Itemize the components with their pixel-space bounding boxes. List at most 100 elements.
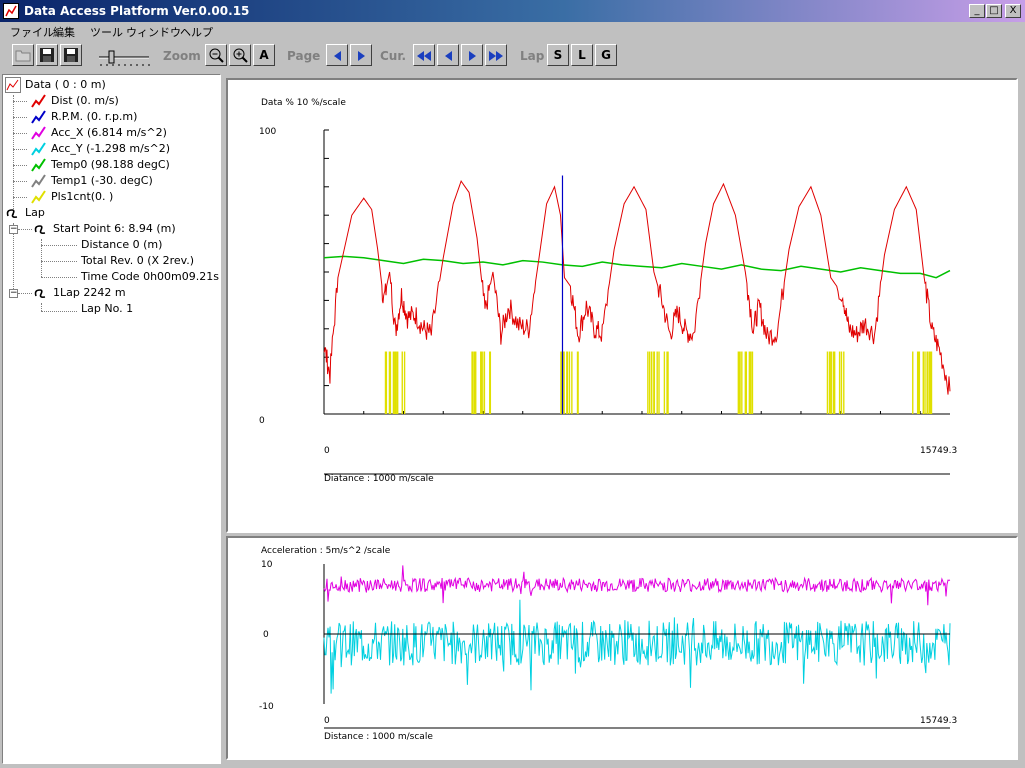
window-title: Data Access Platform Ver.0.00.15 (24, 4, 250, 18)
lap-icon (34, 289, 46, 298)
maximize-button[interactable]: □ (986, 4, 1002, 18)
tree-line (41, 245, 77, 246)
tree-root-label: Data ( 0 : 0 m) (25, 78, 106, 91)
menu-edit[interactable]: 編集 (53, 24, 75, 40)
channel-line-icon (31, 110, 46, 124)
tree-line (41, 311, 77, 312)
tree-line (41, 277, 77, 278)
channel-label: Pls1cnt(0. ) (51, 190, 114, 203)
floppy-icon (40, 48, 54, 62)
cursor-first-button[interactable] (413, 44, 435, 66)
cursor-prev-button[interactable] (437, 44, 459, 66)
zoom-out-button[interactable] (205, 44, 227, 66)
lap-s-button[interactable]: S (547, 44, 569, 66)
channel-line-icon (31, 94, 46, 108)
y-label-top: 10 (261, 560, 273, 570)
tree-line (13, 149, 27, 150)
zoom-in-button[interactable] (229, 44, 251, 66)
x-axis-label: Distance : 1000 m/scale (324, 732, 433, 742)
lap-icon (34, 225, 46, 234)
channel-line-icon (31, 174, 46, 188)
tree-line (41, 303, 42, 311)
save-button[interactable] (36, 44, 58, 66)
menu-tools[interactable]: ツール (90, 24, 123, 40)
tree-line (13, 165, 27, 166)
page-prev-button[interactable] (326, 44, 348, 66)
tree-line (13, 197, 27, 198)
double-arrow-right-icon-2 (496, 50, 503, 61)
acceleration-chart[interactable] (228, 538, 1016, 758)
channel-label: Temp0 (98.188 degC) (51, 158, 170, 171)
series-temp0 (323, 255, 951, 279)
start-point-label: Start Point 6: 8.94 (m) (53, 222, 176, 235)
open-button[interactable] (12, 44, 34, 66)
cursor-label: Cur. (380, 49, 407, 63)
tree-line (18, 229, 32, 230)
collapse-start-point[interactable]: − (9, 225, 18, 234)
y-min-label: 0 (259, 416, 265, 426)
channel-label: Acc_X (6.814 m/s^2) (51, 126, 167, 139)
tree-line (41, 261, 77, 262)
minimize-button[interactable]: _ (969, 4, 985, 18)
series-dist (323, 180, 951, 395)
tree-line (13, 101, 27, 102)
arrow-right-icon (357, 50, 365, 61)
menu-file[interactable]: ファイル (10, 24, 54, 40)
lap-label: Lap (520, 49, 545, 63)
menu-window[interactable]: ウィンドウ (126, 24, 181, 40)
data-icon (5, 77, 21, 93)
lap-icon (6, 209, 18, 218)
lap-g-button[interactable]: G (595, 44, 617, 66)
chart-bottom-title: Acceleration : 5m/s^2 /scale (261, 546, 391, 556)
x-min-label: 0 (324, 446, 330, 456)
tree-line (18, 293, 32, 294)
channel-line-icon (31, 158, 46, 172)
double-arrow-left-icon-2 (424, 50, 431, 61)
x-max-label: 15749.3 (920, 716, 958, 726)
arrow-left-icon (333, 50, 341, 61)
channel-line-icon (31, 142, 46, 156)
channel-label: Acc_Y (-1.298 m/s^2) (51, 142, 171, 155)
start-total-rev-label: Total Rev. 0 (X 2rev.) (81, 254, 195, 267)
menu-bar: ファイル 編集 ツール ウィンドウ ヘルプ (0, 22, 1025, 40)
close-button[interactable]: X (1005, 4, 1021, 18)
collapse-lap1[interactable]: − (9, 289, 18, 298)
start-distance-label: Distance 0 (m) (81, 238, 163, 251)
channel-label: Dist (0. m/s) (51, 94, 119, 107)
y-max-label: 100 (259, 127, 277, 137)
arrow-right-icon (468, 50, 476, 61)
folder-icon (15, 50, 31, 62)
zoom-in-icon (233, 48, 248, 63)
channel-line-icon (31, 126, 46, 140)
tree-line (13, 133, 27, 134)
series-acc-x (323, 565, 951, 606)
cursor-last-button[interactable] (485, 44, 507, 66)
arrow-left-icon (444, 50, 452, 61)
app-icon[interactable] (3, 3, 19, 19)
floppy-icon (64, 48, 78, 62)
double-arrow-right-icon (489, 50, 496, 61)
zoom-label: Zoom (163, 49, 201, 63)
acceleration-chart-panel[interactable]: Acceleration : 5m/s^2 /scale 10 0 -10 0 … (226, 536, 1018, 760)
zoom-out-icon (209, 48, 224, 63)
save-as-button[interactable] (60, 44, 82, 66)
toolbar: Zoom A Page Cur. Lap S L G (0, 40, 1025, 72)
tree-line (13, 181, 27, 182)
tree-line (13, 117, 27, 118)
cursor-next-button[interactable] (461, 44, 483, 66)
series-acc-y (323, 599, 951, 694)
data-chart-panel[interactable]: Data % 10 %/scale 100 0 0 15749.3 Diatan… (226, 78, 1018, 533)
start-time-code-label: Time Code 0h00m09.21s (81, 270, 219, 283)
menu-help[interactable]: ヘルプ (180, 24, 213, 40)
data-chart[interactable] (228, 80, 1016, 531)
x-min-label: 0 (324, 716, 330, 726)
page-next-button[interactable] (350, 44, 372, 66)
zoom-slider[interactable] (97, 50, 151, 66)
lap-no-label: Lap No. 1 (81, 302, 134, 315)
channel-tree: Data ( 0 : 0 m) Lap − Start Point 6: 8.9… (2, 74, 221, 764)
tree-lap-label: Lap (25, 206, 45, 219)
x-max-label: 15749.3 (920, 446, 958, 456)
title-bar: Data Access Platform Ver.0.00.15 _ □ X (0, 0, 1025, 22)
lap-l-button[interactable]: L (571, 44, 593, 66)
zoom-auto-button[interactable]: A (253, 44, 275, 66)
